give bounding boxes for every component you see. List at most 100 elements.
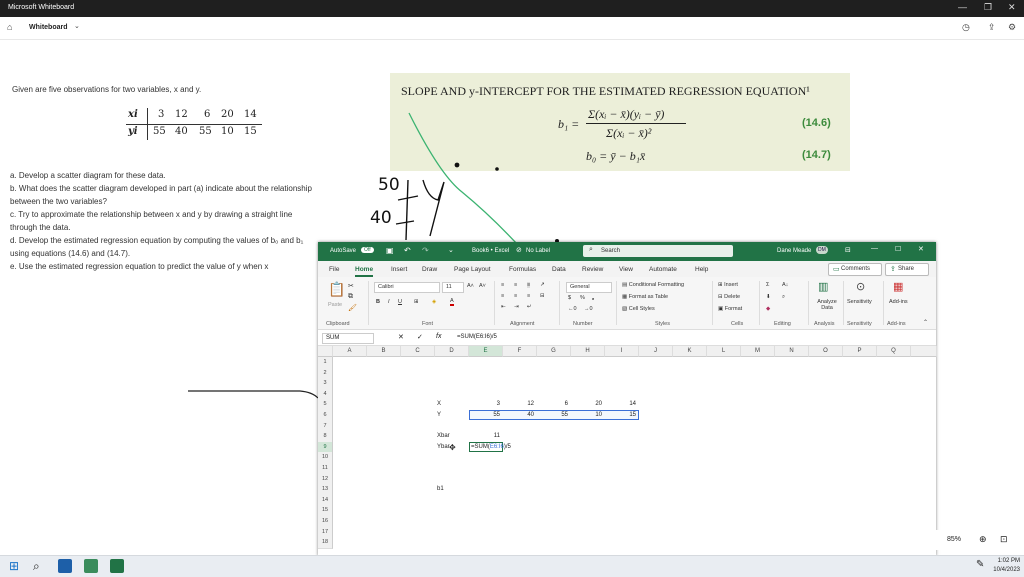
align-bottom-icon[interactable]: ≡ <box>527 282 531 288</box>
clock-time[interactable]: 1:02 PM <box>994 558 1020 564</box>
cell-i6[interactable]: 15 <box>605 410 636 420</box>
tab-view[interactable]: View <box>619 266 633 273</box>
cell-i5[interactable]: 14 <box>605 399 636 409</box>
column-header[interactable]: O <box>809 346 843 357</box>
column-header[interactable]: J <box>639 346 673 357</box>
borders-icon[interactable]: ⊞ <box>414 299 419 305</box>
fill-icon[interactable]: ⬇ <box>766 294 771 300</box>
redo-icon[interactable]: ↷ <box>422 246 429 255</box>
cell-h6[interactable]: 10 <box>571 410 602 420</box>
column-header[interactable]: L <box>707 346 741 357</box>
calculator-icon[interactable] <box>84 559 98 573</box>
spreadsheet-grid[interactable]: A B C D E F G H I J K L M N O P Q 1 2 3 … <box>318 346 937 556</box>
cell-e8[interactable]: 11 <box>469 431 500 441</box>
format-cells-button[interactable]: ▣ Format <box>718 306 742 312</box>
number-format-select[interactable]: General <box>566 282 612 293</box>
increase-decimal-icon[interactable]: ←0 <box>568 306 577 312</box>
column-header[interactable]: F <box>503 346 537 357</box>
cell-g6[interactable]: 55 <box>537 410 568 420</box>
column-header[interactable]: B <box>367 346 401 357</box>
column-header[interactable]: G <box>537 346 571 357</box>
format-as-table-button[interactable]: ▦ Format as Table <box>622 294 668 300</box>
autosave-toggle[interactable]: Off <box>361 247 374 253</box>
addins-button-label[interactable]: Add-ins <box>889 299 908 305</box>
column-header[interactable]: Q <box>877 346 911 357</box>
merge-icon[interactable]: ⊟ <box>540 293 545 299</box>
cut-icon[interactable]: ✂ <box>348 282 354 290</box>
tab-page-layout[interactable]: Page Layout <box>454 266 491 273</box>
paste-icon[interactable]: 📋 <box>328 281 345 298</box>
grow-font-icon[interactable]: A˄ <box>467 283 474 289</box>
tab-draw[interactable]: Draw <box>422 266 437 273</box>
cell-e6[interactable]: 55 <box>469 410 500 420</box>
addins-icon[interactable]: ▦ <box>893 280 903 293</box>
increase-indent-icon[interactable]: ⇥ <box>514 304 519 310</box>
align-right-icon[interactable]: ≡ <box>527 293 530 299</box>
collapse-ribbon-icon[interactable]: ⌃ <box>923 319 928 326</box>
column-header[interactable]: M <box>741 346 775 357</box>
formula-input[interactable]: =SUM(E6:I6)/5 <box>454 333 930 342</box>
column-header[interactable]: D <box>435 346 469 357</box>
column-header[interactable]: H <box>571 346 605 357</box>
format-painter-icon[interactable]: 🖌 <box>348 304 357 312</box>
search-icon[interactable]: ⌕ <box>33 559 47 573</box>
undo-icon[interactable]: ↶ <box>404 246 411 255</box>
tab-automate[interactable]: Automate <box>649 266 677 273</box>
sensitivity-label[interactable]: No Label <box>526 248 550 254</box>
align-top-icon[interactable]: ≡ <box>501 282 504 288</box>
fit-screen-icon[interactable]: ⊡ <box>1000 534 1008 545</box>
zoom-level[interactable]: 85% <box>947 536 961 543</box>
clock-date[interactable]: 10/4/2023 <box>990 567 1020 573</box>
font-color-icon[interactable]: A <box>450 298 454 306</box>
tab-help[interactable]: Help <box>695 266 708 273</box>
comma-icon[interactable]: ❟ <box>592 295 594 302</box>
cell-f6[interactable]: 40 <box>503 410 534 420</box>
insert-function-icon[interactable]: fx <box>436 333 441 340</box>
currency-icon[interactable]: $ <box>568 295 571 301</box>
cell-d8[interactable]: Xbar <box>437 431 450 441</box>
cell-d13[interactable]: b1 <box>437 484 444 494</box>
cancel-icon[interactable]: ✕ <box>398 333 404 341</box>
cell-d9[interactable]: Ybar <box>437 442 450 452</box>
qat-dropdown-icon[interactable]: ⌄ <box>448 246 454 254</box>
column-header[interactable]: E <box>469 346 503 357</box>
minimize-icon[interactable]: — <box>871 245 878 252</box>
copy-icon[interactable]: ⧉ <box>348 293 353 301</box>
cell-d6[interactable]: Y <box>437 410 441 420</box>
cell-e5[interactable]: 3 <box>469 399 500 409</box>
tab-formulas[interactable]: Formulas <box>509 266 536 273</box>
whiteboard-app-icon[interactable] <box>58 559 72 573</box>
avatar[interactable]: DM <box>816 246 828 254</box>
cell-e9-editing[interactable]: =SUM(E6:I6)/5 <box>471 442 511 452</box>
cell-h5[interactable]: 20 <box>571 399 602 409</box>
excel-app-icon[interactable] <box>110 559 124 573</box>
zoom-icon[interactable]: ⊕ <box>979 534 987 545</box>
ribbon-display-icon[interactable]: ⊟ <box>845 246 851 254</box>
maximize-icon[interactable]: ☐ <box>895 245 901 253</box>
align-center-icon[interactable]: ≡ <box>514 293 517 299</box>
insert-cells-button[interactable]: ⊞ Insert <box>718 282 738 288</box>
decrease-decimal-icon[interactable]: →0 <box>584 306 593 312</box>
tab-insert[interactable]: Insert <box>391 266 407 273</box>
sort-filter-icon[interactable]: A↓ <box>782 282 788 288</box>
align-middle-icon[interactable]: ≡ <box>514 282 517 288</box>
close-icon[interactable]: ✕ <box>918 245 924 253</box>
search-box[interactable]: ⌕ Search <box>583 245 733 257</box>
cell-d5[interactable]: X <box>437 399 441 409</box>
font-name-select[interactable]: Calibri <box>374 282 440 293</box>
column-header[interactable]: P <box>843 346 877 357</box>
autosum-icon[interactable]: Σ <box>766 282 769 288</box>
clear-icon[interactable]: ◆ <box>766 306 770 312</box>
tab-data[interactable]: Data <box>552 266 566 273</box>
tab-review[interactable]: Review <box>582 266 603 273</box>
analyze-data-icon[interactable]: ▥ <box>818 280 828 293</box>
analyze-data-label[interactable]: Analyze Data <box>815 299 839 311</box>
underline-icon[interactable]: U <box>398 299 402 305</box>
delete-cells-button[interactable]: ⊟ Delete <box>718 294 740 300</box>
conditional-formatting-button[interactable]: ▤ Conditional Formatting <box>622 282 684 288</box>
orientation-icon[interactable]: ↗ <box>540 282 545 288</box>
column-header[interactable]: N <box>775 346 809 357</box>
fill-color-icon[interactable]: ◈ <box>432 299 436 305</box>
share-button[interactable]: ⇪ Share <box>885 263 929 276</box>
sensitivity-icon[interactable]: ⊙ <box>856 280 865 293</box>
